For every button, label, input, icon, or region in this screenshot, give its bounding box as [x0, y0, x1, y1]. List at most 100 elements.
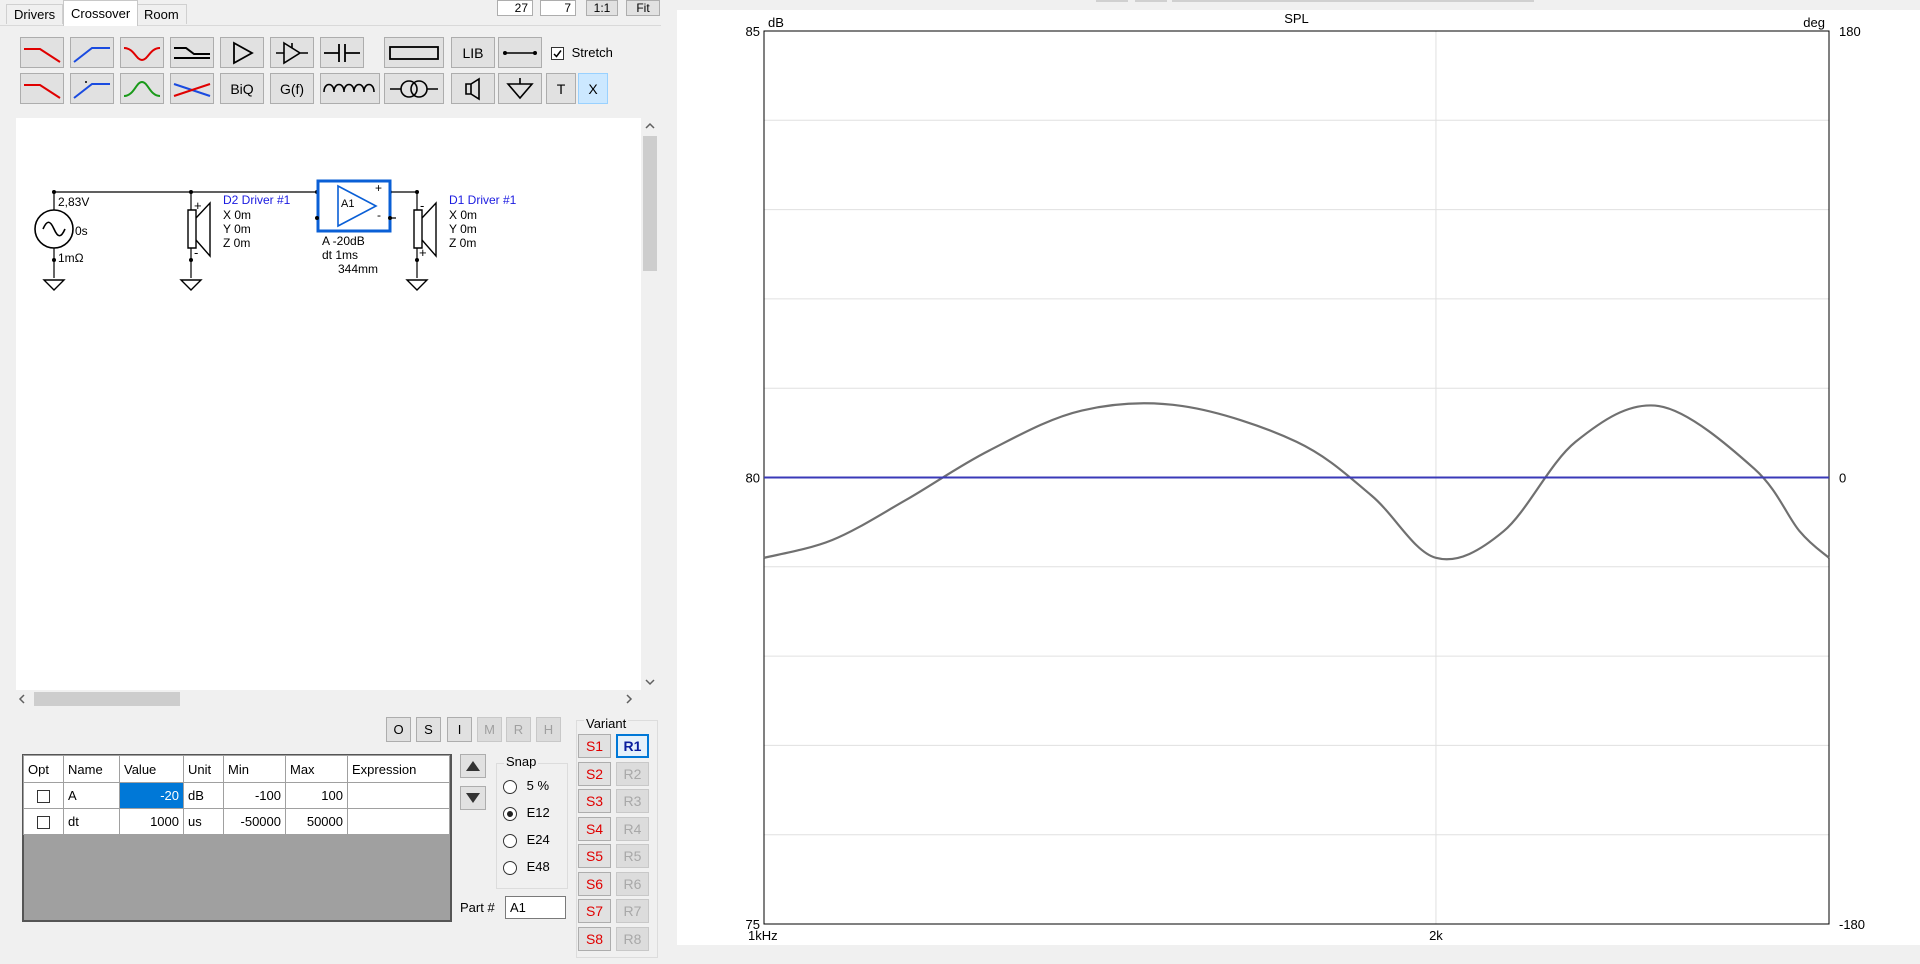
param-expression[interactable]	[347, 782, 450, 809]
move-up-button[interactable]	[460, 754, 486, 778]
shelf-filter-button[interactable]	[170, 37, 214, 68]
variant-title: Variant	[584, 716, 629, 731]
param-min[interactable]: -100	[223, 782, 286, 809]
snap-option-label: E12	[526, 805, 550, 820]
top-field-2[interactable]: 7	[540, 0, 576, 16]
col-name: Name	[63, 755, 120, 783]
crossover-pair-button[interactable]	[170, 73, 214, 104]
btn-h[interactable]: H	[536, 717, 561, 742]
variant-s6[interactable]: S6	[578, 872, 611, 896]
table-row[interactable]: dt 1000 us -50000 50000	[23, 808, 450, 835]
tab-room[interactable]: Room	[136, 4, 187, 24]
checkbox-box	[37, 790, 50, 804]
d2-position: X 0m Y 0m Z 0m	[223, 208, 251, 250]
opt-checkbox[interactable]	[23, 808, 64, 835]
variant-s7[interactable]: S7	[578, 899, 611, 923]
schematic-horizontal-scrollbar[interactable]	[16, 690, 641, 708]
delete-button[interactable]: X	[578, 73, 608, 104]
triangle-up-icon	[466, 761, 480, 771]
transformer-button[interactable]	[384, 73, 444, 104]
bandpass-button[interactable]	[120, 73, 164, 104]
snap-option-e48[interactable]: E48	[503, 859, 550, 875]
d2-driver-label[interactable]: D2 Driver #1	[223, 193, 290, 207]
schematic-canvas[interactable]: 2,83V 0s 1mΩ + - D2 Driver #1 X 0m Y 0m …	[16, 118, 641, 690]
d1-driver-label[interactable]: D1 Driver #1	[449, 193, 516, 207]
biquad-button[interactable]: BiQ	[220, 73, 264, 104]
variant-r5[interactable]: R5	[616, 844, 649, 868]
wire-icon	[503, 50, 537, 55]
inductor-icon	[323, 83, 375, 92]
wire-button[interactable]	[498, 37, 542, 68]
transformer-icon	[390, 79, 438, 98]
variant-r6[interactable]: R6	[616, 872, 649, 896]
btn-s[interactable]: S	[416, 717, 441, 742]
part-number-input[interactable]	[505, 896, 566, 919]
schematic-drawing	[34, 179, 437, 291]
d2-x: X 0m	[223, 208, 252, 222]
param-min[interactable]: -50000	[223, 808, 286, 835]
btn-m[interactable]: M	[477, 717, 502, 742]
speaker-icon	[465, 77, 480, 100]
driver-button[interactable]	[451, 73, 495, 104]
btn-o[interactable]: O	[386, 717, 411, 742]
param-max[interactable]: 50000	[285, 808, 348, 835]
variant-r4[interactable]: R4	[616, 817, 649, 841]
param-value[interactable]: 1000	[119, 808, 184, 835]
variant-r7[interactable]: R7	[616, 899, 649, 923]
variant-r2[interactable]: R2	[616, 762, 649, 786]
variant-s2[interactable]: S2	[578, 762, 611, 786]
text-button[interactable]: T	[546, 73, 576, 104]
variant-s4[interactable]: S4	[578, 817, 611, 841]
snap-option-5pct[interactable]: 5 %	[503, 778, 549, 794]
snap-option-e12[interactable]: E12	[503, 805, 550, 821]
ground-button[interactable]	[498, 73, 542, 104]
lowpass-icon	[24, 47, 61, 63]
opt-checkbox[interactable]	[23, 782, 64, 809]
capacitor-button[interactable]	[320, 37, 364, 68]
snap-option-label: 5 %	[526, 778, 550, 793]
stretch-label: Stretch	[571, 45, 613, 60]
variant-s5[interactable]: S5	[578, 844, 611, 868]
ground-icon	[506, 77, 534, 99]
inductor-button[interactable]	[320, 73, 380, 104]
highpass-filter-button[interactable]	[70, 37, 114, 68]
snap-option-e24[interactable]: E24	[503, 832, 550, 848]
variant-r3[interactable]: R3	[616, 789, 649, 813]
variant-r8[interactable]: R8	[616, 927, 649, 951]
param-expression[interactable]	[347, 808, 450, 835]
variant-s1[interactable]: S1	[578, 734, 611, 758]
btn-r[interactable]: R	[506, 717, 531, 742]
top-field-1[interactable]: 27	[497, 0, 533, 16]
tab-drivers[interactable]: Drivers	[6, 4, 64, 24]
param-name: A	[63, 782, 120, 809]
d1-y: Y 0m	[449, 222, 477, 236]
btn-i[interactable]: I	[447, 717, 472, 742]
zoom-fit-button[interactable]: Fit	[626, 0, 660, 16]
param-value[interactable]: -20	[119, 782, 184, 809]
variant-s3[interactable]: S3	[578, 789, 611, 813]
table-row[interactable]: A -20 dB -100 100	[23, 782, 450, 809]
highpass-icon	[73, 46, 110, 63]
y-tick-right: -180	[1839, 917, 1865, 932]
move-down-button[interactable]	[460, 786, 486, 810]
transfer-function-button[interactable]: G(f)	[270, 73, 314, 104]
d1-plus-label: +	[419, 245, 427, 260]
spl-chart-panel[interactable]: SPL dB deg 85 80 75 180 0 -180 1kHz 2k	[677, 10, 1920, 945]
source-delay-label: 0s	[75, 224, 88, 238]
zoom-1-1-button[interactable]: 1:1	[586, 0, 618, 16]
notch-filter-button[interactable]	[120, 37, 164, 68]
stretch-checkbox[interactable]: Stretch	[551, 45, 613, 61]
variant-s8[interactable]: S8	[578, 927, 611, 951]
buffer-button[interactable]	[270, 37, 314, 68]
amplifier-button[interactable]	[220, 37, 264, 68]
resistor-icon	[389, 45, 439, 60]
tab-crossover[interactable]: Crossover	[63, 0, 139, 26]
lowpass-2-button[interactable]	[20, 73, 64, 104]
highpass-2-button[interactable]	[70, 73, 114, 104]
schematic-vertical-scrollbar[interactable]	[641, 118, 659, 690]
resistor-button[interactable]	[384, 37, 444, 68]
variant-r1[interactable]: R1	[616, 734, 649, 758]
param-max[interactable]: 100	[285, 782, 348, 809]
library-button[interactable]: LIB	[451, 37, 495, 68]
lowpass-filter-button[interactable]	[20, 37, 64, 68]
